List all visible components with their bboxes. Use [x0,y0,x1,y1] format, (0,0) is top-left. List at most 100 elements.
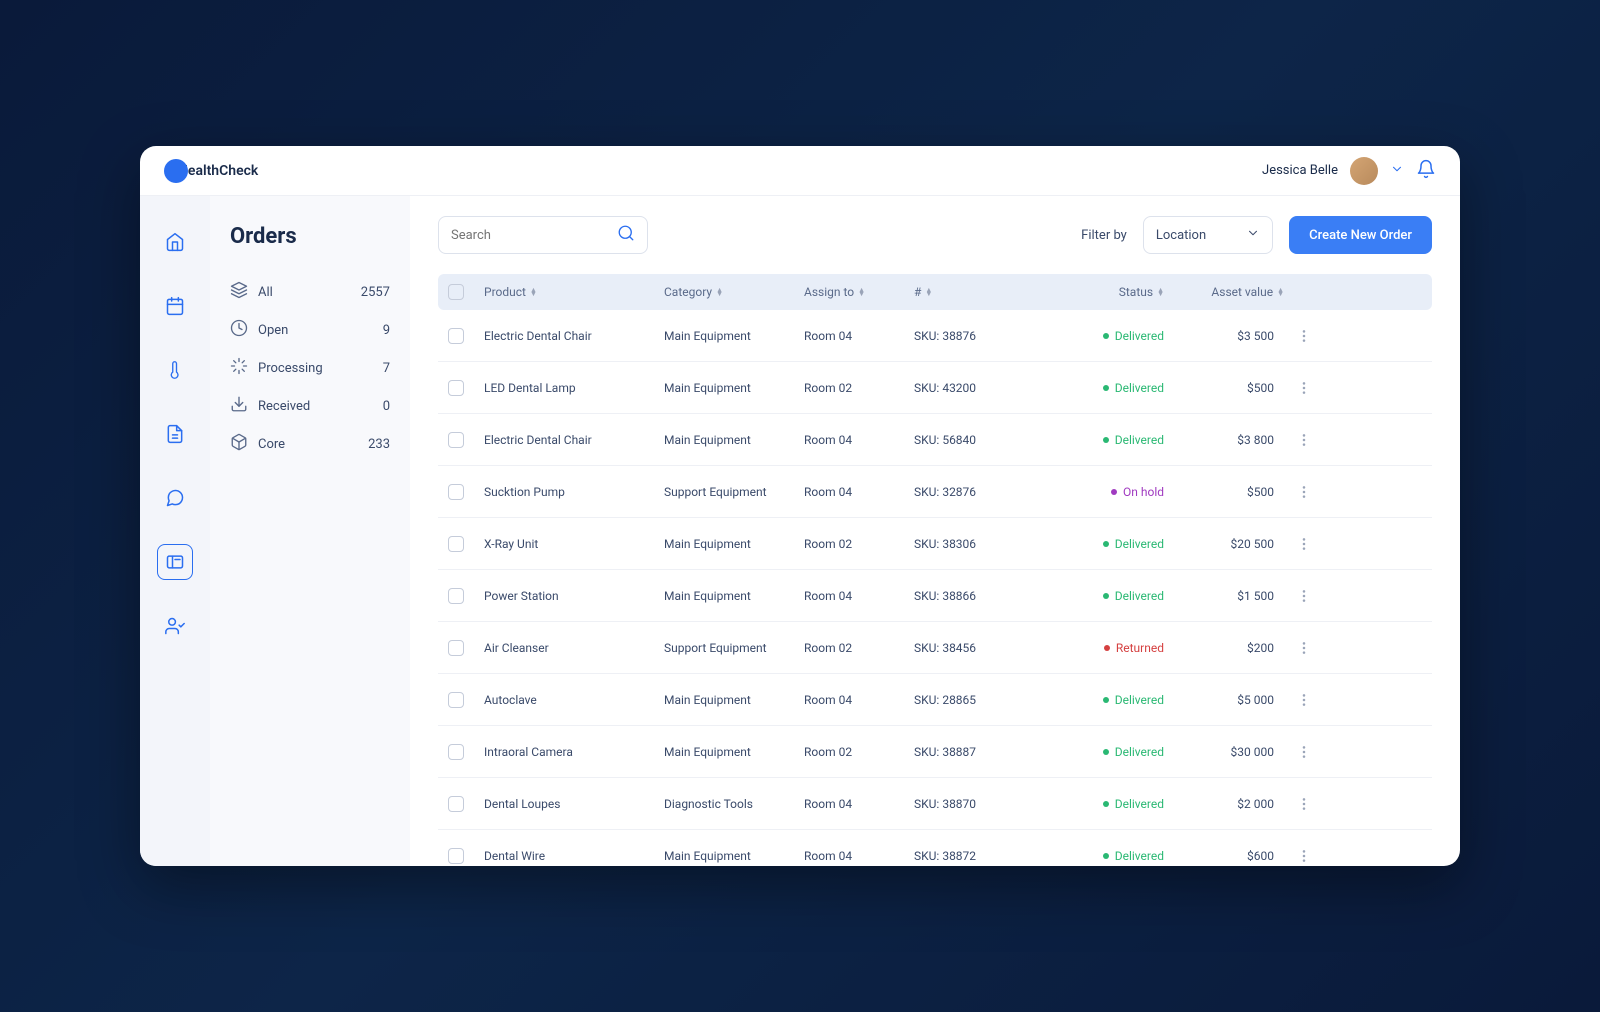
cell-asset: $3 500 [1164,329,1284,343]
dropdown-value: Location [1156,228,1206,243]
table-row[interactable]: X-Ray UnitMain EquipmentRoom 02SKU: 3830… [438,518,1432,570]
search-icon [617,224,635,246]
table-row[interactable]: Power StationMain EquipmentRoom 04SKU: 3… [438,570,1432,622]
filter-all[interactable]: All 2557 [230,273,390,311]
cell-asset: $5 000 [1164,693,1284,707]
avatar[interactable] [1350,157,1378,185]
status-dot-icon [1103,853,1109,859]
cell-category: Main Equipment [664,329,804,343]
row-actions-button[interactable] [1284,744,1324,760]
cell-status: Delivered [1034,745,1164,759]
brand-name: HealthCheck [178,163,258,179]
col-status[interactable]: Status▲▼ [1034,285,1164,299]
row-actions-button[interactable] [1284,796,1324,812]
cell-sku: SKU: 56840 [914,433,1034,447]
filter-received[interactable]: Received 0 [230,387,390,425]
col-asset[interactable]: Asset value▲▼ [1164,285,1284,299]
cell-assign: Room 04 [804,589,914,603]
cell-product: Air Cleanser [484,641,664,655]
cell-sku: SKU: 28865 [914,693,1034,707]
create-order-button[interactable]: Create New Order [1289,216,1432,254]
status-dot-icon [1103,541,1109,547]
body: Orders All2557Open9Processing7Received0C… [140,196,1460,866]
select-all-checkbox[interactable] [448,284,464,300]
row-checkbox[interactable] [448,380,464,396]
row-checkbox[interactable] [448,588,464,604]
search-box[interactable] [438,216,648,254]
row-checkbox[interactable] [448,328,464,344]
row-actions-button[interactable] [1284,484,1324,500]
status-text: On hold [1123,485,1164,499]
row-checkbox[interactable] [448,536,464,552]
table-row[interactable]: Dental LoupesDiagnostic ToolsRoom 04SKU:… [438,778,1432,830]
cell-category: Diagnostic Tools [664,797,804,811]
table-row[interactable]: Dental WireMain EquipmentRoom 04SKU: 388… [438,830,1432,866]
col-number[interactable]: #▲▼ [914,285,1034,299]
cell-status: Delivered [1034,381,1164,395]
row-checkbox[interactable] [448,432,464,448]
status-dot-icon [1103,801,1109,807]
filter-count: 0 [383,399,390,414]
location-dropdown[interactable]: Location [1143,216,1273,254]
filter-label: Received [258,399,310,414]
status-text: Delivered [1115,537,1164,551]
row-actions-button[interactable] [1284,432,1324,448]
col-category[interactable]: Category▲▼ [664,285,804,299]
row-checkbox[interactable] [448,796,464,812]
status-text: Delivered [1115,797,1164,811]
row-checkbox[interactable] [448,848,464,864]
nav-rail [140,196,210,866]
cell-asset: $2 000 [1164,797,1284,811]
nav-document[interactable] [157,416,193,452]
search-input[interactable] [451,228,617,243]
nav-orders[interactable] [157,544,193,580]
row-actions-button[interactable] [1284,640,1324,656]
filter-core[interactable]: Core 233 [230,425,390,463]
table-row[interactable]: AutoclaveMain EquipmentRoom 04SKU: 28865… [438,674,1432,726]
nav-home[interactable] [157,224,193,260]
filter-label: Core [258,437,285,452]
table-row[interactable]: Intraoral CameraMain EquipmentRoom 02SKU… [438,726,1432,778]
table-row[interactable]: Air CleanserSupport EquipmentRoom 02SKU:… [438,622,1432,674]
logo[interactable]: HealthCheck [164,159,258,183]
status-dot-icon [1103,385,1109,391]
cell-product: X-Ray Unit [484,537,664,551]
row-actions-button[interactable] [1284,328,1324,344]
row-checkbox[interactable] [448,744,464,760]
cell-assign: Room 04 [804,693,914,707]
bell-icon[interactable] [1416,159,1436,183]
filter-count: 2557 [361,285,390,300]
row-actions-button[interactable] [1284,536,1324,552]
cell-assign: Room 02 [804,381,914,395]
row-actions-button[interactable] [1284,588,1324,604]
table-row[interactable]: Sucktion PumpSupport EquipmentRoom 04SKU… [438,466,1432,518]
col-product[interactable]: Product▲▼ [484,285,664,299]
main-content: Filter by Location Create New Order Prod… [410,196,1460,866]
filter-label: All [258,285,273,300]
table-row[interactable]: Electric Dental ChairMain EquipmentRoom … [438,310,1432,362]
nav-users[interactable] [157,608,193,644]
row-actions-button[interactable] [1284,380,1324,396]
status-text: Delivered [1115,693,1164,707]
filter-processing[interactable]: Processing7 [230,349,390,387]
clock-icon [230,319,248,341]
row-checkbox[interactable] [448,640,464,656]
cell-product: Dental Loupes [484,797,664,811]
col-assign[interactable]: Assign to▲▼ [804,285,914,299]
row-actions-button[interactable] [1284,692,1324,708]
filter-open[interactable]: Open9 [230,311,390,349]
row-checkbox[interactable] [448,484,464,500]
cell-sku: SKU: 38456 [914,641,1034,655]
cell-assign: Room 04 [804,433,914,447]
nav-thermometer[interactable] [157,352,193,388]
cell-status: Delivered [1034,693,1164,707]
filter-count: 233 [368,437,390,452]
table-row[interactable]: Electric Dental ChairMain EquipmentRoom … [438,414,1432,466]
chevron-down-icon[interactable] [1390,161,1404,180]
row-actions-button[interactable] [1284,848,1324,864]
table-row[interactable]: LED Dental LampMain EquipmentRoom 02SKU:… [438,362,1432,414]
nav-calendar[interactable] [157,288,193,324]
cell-category: Main Equipment [664,693,804,707]
nav-chat[interactable] [157,480,193,516]
row-checkbox[interactable] [448,692,464,708]
